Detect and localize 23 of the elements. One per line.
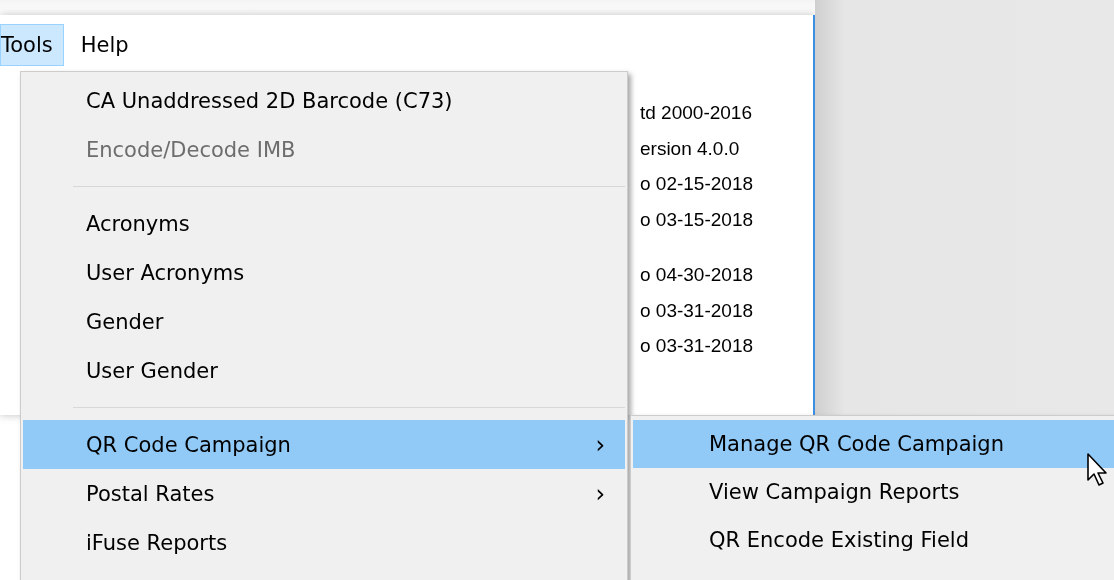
submenu-arrow: › (595, 430, 605, 459)
menu-bar-item[interactable]: Help (73, 24, 140, 66)
menu-item[interactable]: Acronyms (23, 199, 625, 248)
menu-item[interactable]: User Acronyms (23, 248, 625, 297)
menu-item[interactable]: QR Encode Existing Field (633, 516, 1114, 564)
menu-item[interactable]: CA Unaddressed 2D Barcode (C73) (23, 76, 625, 125)
info-text: o 03-31-2018 (640, 334, 754, 358)
menu-bar-item[interactable]: Tools (0, 24, 64, 66)
mouse-pointer-icon (1086, 452, 1110, 488)
menu-item[interactable]: User Gender (23, 346, 625, 395)
info-text: o 04-30-2018 (640, 263, 754, 287)
menu-item[interactable]: iFuse Reports (23, 518, 625, 567)
menu-item[interactable]: Postal Rates › (23, 469, 625, 518)
menu-item[interactable]: QR Code Campaign › (23, 420, 625, 469)
info-text: ersion 4.0.0 (640, 136, 740, 161)
menu-item[interactable]: Gender (23, 297, 625, 346)
info-text: o 02-15-2018 (640, 172, 754, 196)
info-text: o 03-31-2018 (640, 298, 754, 323)
info-text: td 2000-2016 (640, 101, 752, 125)
info-text: o 03-15-2018 (640, 207, 754, 232)
submenu-arrow: › (595, 479, 605, 508)
menu-item[interactable]: Manage QR Code Campaign (633, 420, 1114, 468)
menu-item[interactable]: View Campaign Reports (633, 468, 1114, 516)
